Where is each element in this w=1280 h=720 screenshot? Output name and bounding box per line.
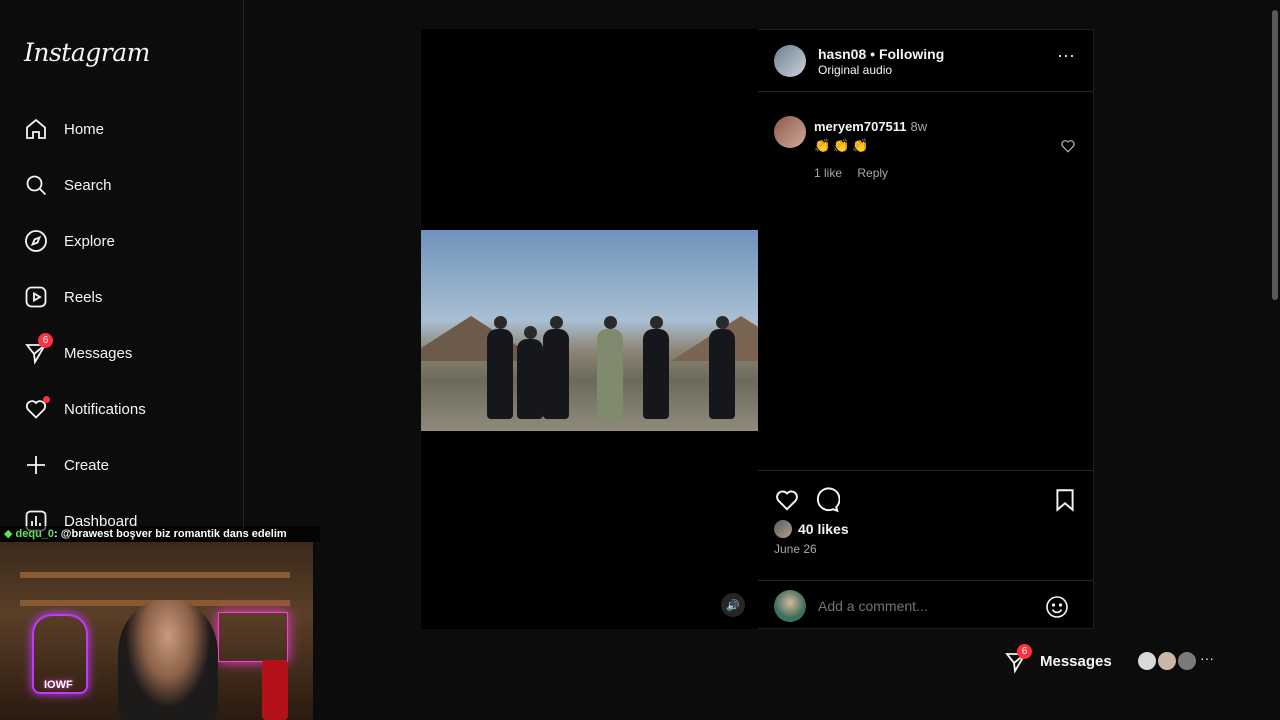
comment-likes[interactable]: 1 like xyxy=(814,166,842,180)
sidebar-item-home[interactable]: Home xyxy=(24,109,104,149)
neon-sign-text: IOWF xyxy=(44,679,73,691)
dancer xyxy=(543,316,569,419)
messages-label: Messages xyxy=(1040,653,1112,670)
post-header: hasn08 • Following Original audio ··· xyxy=(758,30,1094,92)
following-button[interactable]: Following xyxy=(879,46,944,62)
neon-frame xyxy=(218,612,288,662)
messenger-icon: 6 xyxy=(24,333,53,365)
audio-link[interactable]: Original audio xyxy=(818,63,892,77)
dancer xyxy=(709,316,735,419)
contact-avatar[interactable] xyxy=(1156,650,1178,672)
post-date: June 26 xyxy=(774,542,817,556)
like-heart-icon[interactable] xyxy=(774,487,800,513)
comment-time: 8w xyxy=(910,119,928,134)
own-avatar[interactable] xyxy=(774,590,806,622)
page-scrollbar[interactable] xyxy=(1272,10,1278,300)
sidebar-item-label: Reels xyxy=(64,288,103,306)
chat-message: : @brawest boşver biz romantik dans edel… xyxy=(54,528,287,540)
contact-avatar[interactable] xyxy=(1176,650,1198,672)
sidebar-item-label: Create xyxy=(64,456,110,474)
stream-chat-line: ◆ dequ_0: @brawest boşver biz romantik d… xyxy=(0,526,320,542)
home-icon xyxy=(24,117,48,141)
comment-text: 👏👏👏 xyxy=(814,138,872,153)
messages-badge: 6 xyxy=(38,333,53,348)
volume-icon[interactable]: 🔊 xyxy=(721,593,745,617)
comment-header: meryem707511 8w xyxy=(814,119,927,134)
add-comment-bar xyxy=(758,580,1094,630)
plus-icon xyxy=(24,453,48,477)
liker-avatar[interactable] xyxy=(774,520,792,538)
more-contacts-icon[interactable]: ··· xyxy=(1200,650,1214,666)
messages-badge: 6 xyxy=(1017,644,1032,659)
chat-username: dequ_0 xyxy=(15,528,55,540)
author-line: hasn08 • Following xyxy=(818,46,944,62)
heart-icon xyxy=(24,396,50,421)
dancer xyxy=(597,316,623,419)
instagram-logo[interactable]: Instagram xyxy=(24,38,150,67)
sidebar-item-explore[interactable]: Explore xyxy=(24,221,115,261)
likes-count[interactable]: 40 likes xyxy=(798,521,849,537)
comment-like-heart-icon[interactable] xyxy=(1060,138,1076,154)
streamer xyxy=(118,600,218,720)
reply-button[interactable]: Reply xyxy=(857,166,888,180)
post-media[interactable]: 🔊 xyxy=(421,29,758,629)
post-actions: 40 likes June 26 xyxy=(758,470,1094,580)
comment-input[interactable] xyxy=(818,593,1038,619)
post-panel: hasn08 • Following Original audio ··· me… xyxy=(758,29,1094,629)
dancer xyxy=(487,316,513,419)
notification-dot xyxy=(43,396,50,403)
sidebar-item-label: Messages xyxy=(64,344,133,362)
emoji-icon[interactable] xyxy=(1045,595,1069,619)
dancer xyxy=(643,316,669,419)
comment-bubble-icon[interactable] xyxy=(814,487,841,513)
commenter-avatar[interactable] xyxy=(774,116,806,148)
sidebar-item-notifications[interactable]: Notifications xyxy=(24,389,146,429)
dancer xyxy=(517,326,543,419)
sidebar-item-messages[interactable]: 6 Messages xyxy=(24,333,132,373)
chat-dot-icon: ◆ xyxy=(4,528,16,540)
sidebar-item-create[interactable]: Create xyxy=(24,445,109,485)
reels-icon xyxy=(24,285,48,309)
separator: • xyxy=(870,46,876,62)
sidebar-item-search[interactable]: Search xyxy=(24,165,112,205)
more-options-icon[interactable]: ··· xyxy=(1056,46,1076,68)
comment-meta: 1 like Reply xyxy=(814,166,900,180)
messages-drawer-button[interactable]: 6 Messages ··· xyxy=(990,636,1230,688)
sidebar-item-reels[interactable]: Reels xyxy=(24,277,102,317)
sidebar-item-label: Home xyxy=(64,120,105,138)
compass-icon xyxy=(24,229,48,253)
bookmark-icon[interactable] xyxy=(1052,487,1078,513)
author-avatar[interactable] xyxy=(774,45,806,77)
cam-shelf xyxy=(20,572,290,578)
search-icon xyxy=(24,173,48,197)
sidebar-item-label: Search xyxy=(64,176,112,194)
sidebar-item-label: Explore xyxy=(64,232,115,250)
contact-avatar[interactable] xyxy=(1136,650,1158,672)
microphone xyxy=(262,660,288,720)
webcam-overlay: IOWF xyxy=(0,542,313,720)
sidebar-item-label: Notifications xyxy=(64,400,146,418)
post-video-frame[interactable] xyxy=(421,230,758,431)
author-username[interactable]: hasn08 xyxy=(818,46,866,62)
commenter-username[interactable]: meryem707511 xyxy=(814,119,907,134)
